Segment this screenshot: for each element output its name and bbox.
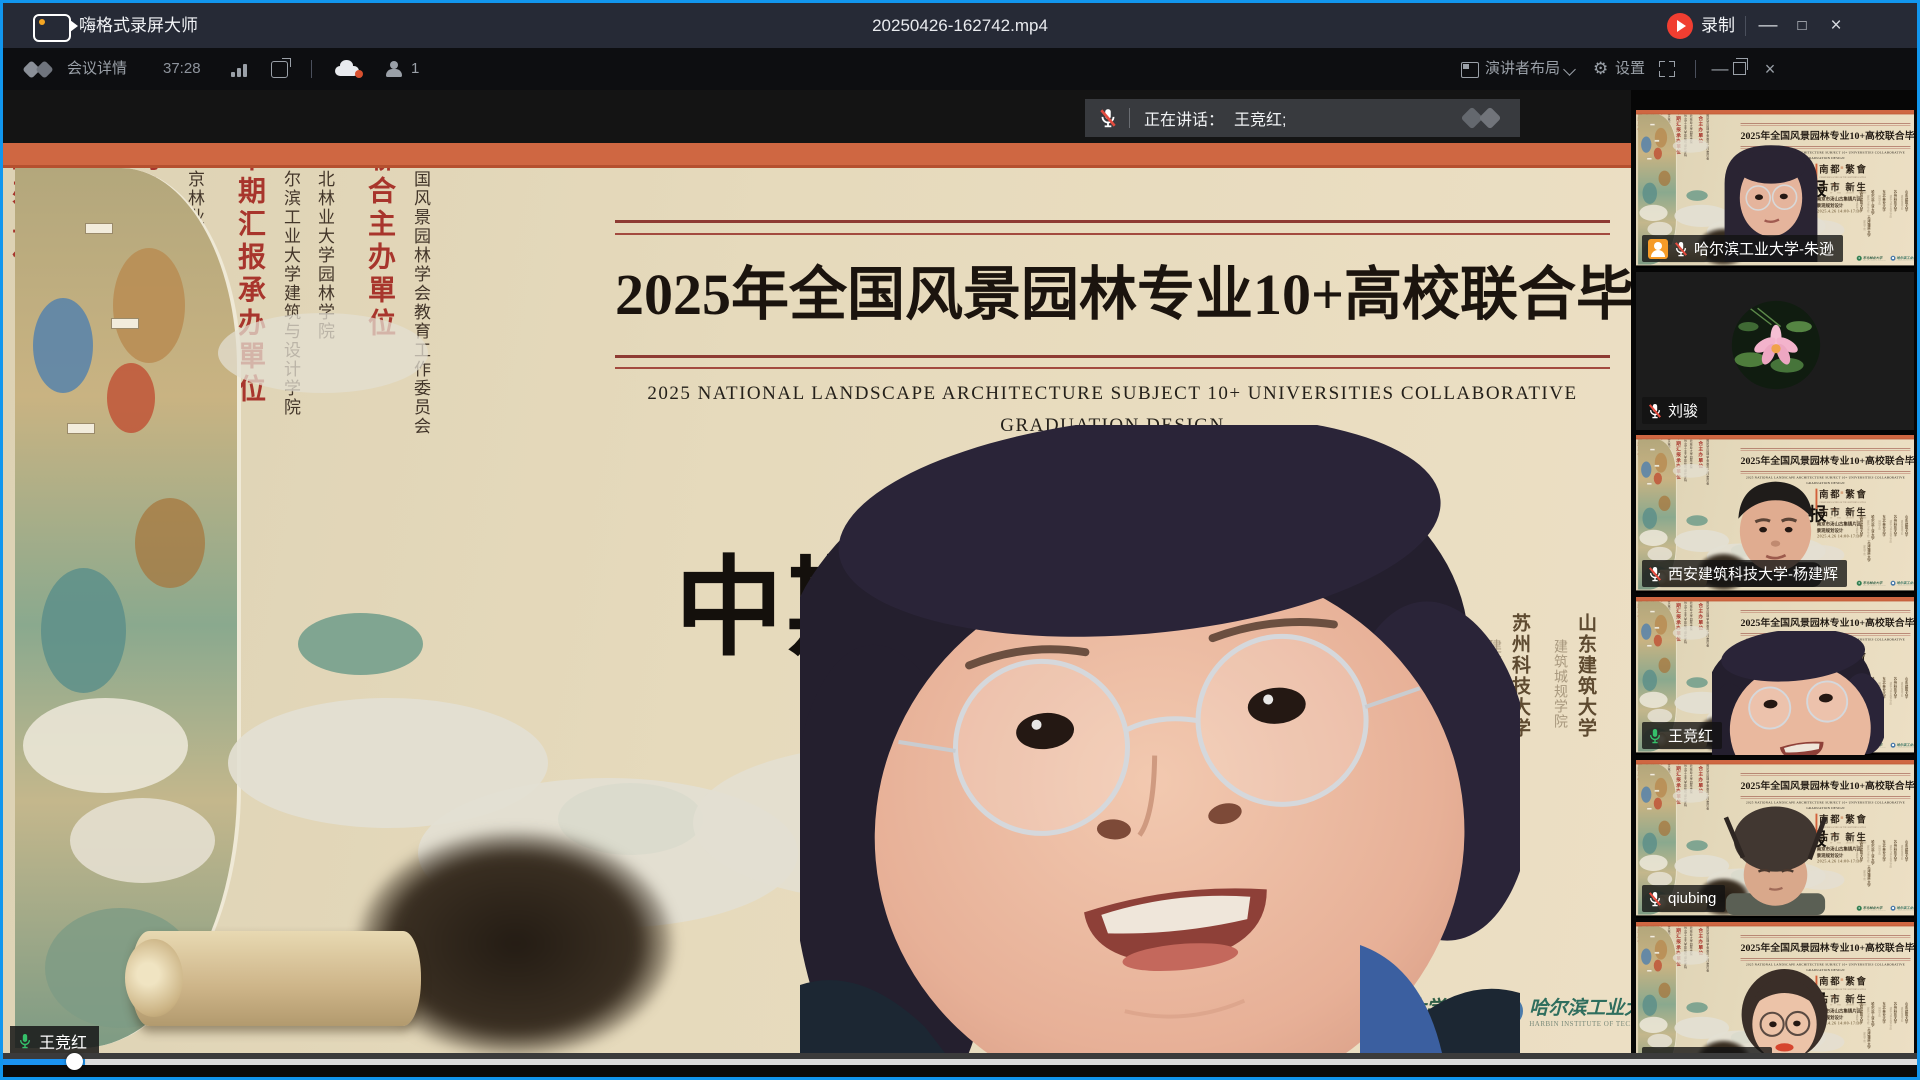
nefu-logo-icon	[1857, 906, 1862, 911]
logo-hit: 哈尔滨工业大学HARBIN INSTITUTE OF TECHNOLOGY	[1891, 905, 1914, 911]
slide-title-en1: 2025 NATIONAL LANDSCAPE ARCHITECTURE SUB…	[595, 383, 1630, 405]
participants-icon[interactable]	[385, 60, 403, 78]
participant-tile[interactable]: 刘骏	[1636, 272, 1914, 430]
logo-hit: 哈尔滨工业大学HARBIN INSTITUTE OF TECHNOLOGY	[1891, 742, 1914, 748]
divider	[1695, 60, 1696, 78]
main-speaker-webcam	[800, 425, 1520, 1053]
lotus-avatar	[1730, 299, 1822, 391]
watermark-logo-icon	[1460, 105, 1506, 131]
slide-top-band	[1636, 922, 1914, 926]
university-columns: 建筑与规划学院沈阳建筑大学 建筑与设计学院哈尔滨工业大学 园林学院东北林业大学 …	[1855, 515, 1911, 590]
participant-count: 1	[411, 48, 419, 90]
recorder-close-button[interactable]: ×	[1821, 3, 1851, 48]
record-button[interactable]	[1667, 13, 1693, 39]
participant-sidebar: 2025年全国风景园林专业10+高校联合毕业设计 2025 NATIONAL L…	[1631, 90, 1917, 1075]
slide-top-band	[1636, 760, 1914, 764]
share-screen-icon[interactable]	[271, 61, 288, 78]
university-logos: 东北林业大学NORTHEAST FORESTRY UNIVERSITY 哈尔滨工…	[1857, 255, 1914, 261]
meeting-toolbar: 会议详情 37:28 1 演讲者布局 ⚙ 设置 — ×	[3, 48, 1917, 90]
settings-button[interactable]: 设置	[1615, 48, 1645, 90]
slide-top-band	[1636, 597, 1914, 601]
slide-top-band	[1636, 110, 1914, 114]
muted-mic-icon	[1648, 891, 1662, 907]
speaking-name: 王竞红;	[1234, 106, 1286, 130]
cloud-decoration	[218, 313, 428, 393]
active-mic-icon	[1648, 728, 1662, 744]
participant-tile[interactable]: 2025年全国风景园林专业10+高校联合毕业设计 2025 NATIONAL L…	[1636, 435, 1914, 593]
network-signal-icon	[231, 63, 251, 77]
meeting-timer: 37:28	[163, 48, 201, 90]
divider	[311, 60, 312, 78]
participant-webcam	[1712, 631, 1884, 755]
logo-hit: 哈尔滨工业大学HARBIN INSTITUTE OF TECHNOLOGY	[1891, 255, 1914, 261]
divider	[1129, 108, 1130, 128]
meeting-restore-button[interactable]	[1733, 62, 1746, 75]
logo-hit: 哈尔滨工业大学HARBIN INSTITUTE OF TECHNOLOGY	[1891, 580, 1914, 586]
main-speaker-label: 王竞红	[10, 1026, 99, 1056]
hit-logo-icon	[1891, 743, 1896, 748]
camera-icon	[33, 14, 71, 42]
meeting-close-button[interactable]: ×	[1755, 48, 1785, 90]
main-video-region: 2025年全国风景园林专业10+高校联合毕业设计 2025 NATIONAL L…	[3, 143, 1631, 1053]
participant-label: 王竞红	[1642, 722, 1722, 749]
participant-label: qiubing	[1642, 885, 1725, 912]
hit-logo-icon	[1891, 906, 1896, 911]
slide-top-band	[1636, 435, 1914, 439]
university-logos: 东北林业大学NORTHEAST FORESTRY UNIVERSITY 哈尔滨工…	[1857, 580, 1914, 586]
logo-nefu: 东北林业大学NORTHEAST FORESTRY UNIVERSITY	[1857, 255, 1886, 261]
meeting-minimize-button[interactable]: —	[1705, 48, 1735, 90]
university-columns: 建筑与规划学院沈阳建筑大学 建筑与设计学院哈尔滨工业大学 园林学院东北林业大学 …	[1855, 190, 1911, 265]
cloud-record-icon[interactable]	[333, 60, 363, 78]
participant-label: 西安建筑科技大学-杨建辉	[1642, 560, 1847, 587]
nefu-logo-icon	[1857, 256, 1862, 261]
logo-nefu: 东北林业大学NORTHEAST FORESTRY UNIVERSITY	[1857, 580, 1886, 586]
speaking-prefix: 正在讲话：	[1144, 106, 1224, 130]
hit-logo-icon	[1891, 256, 1896, 261]
participant-tile[interactable]: 2025年全国风景园林专业10+高校联合毕业设计 2025 NATIONAL L…	[1636, 760, 1914, 918]
university-columns: 建筑与规划学院沈阳建筑大学 建筑与设计学院哈尔滨工业大学 园林学院东北林业大学 …	[1855, 840, 1911, 915]
recorder-maximize-button[interactable]: □	[1787, 3, 1817, 48]
hit-logo-icon	[1891, 581, 1896, 586]
recording-file-name: 20250426-162742.mp4	[872, 3, 1048, 48]
nefu-logo-icon	[1857, 581, 1862, 586]
progress-knob[interactable]	[66, 1053, 83, 1070]
chevron-down-icon[interactable]	[1563, 63, 1576, 76]
host-badge-icon	[1648, 239, 1668, 259]
speaker-layout-button[interactable]: 演讲者布局	[1485, 48, 1560, 90]
playback-progress-track[interactable]	[3, 1059, 1917, 1065]
recorder-title-bar: 嗨格式录屏大师 20250426-162742.mp4 录制 — □ ×	[3, 3, 1917, 48]
divider	[1745, 16, 1746, 36]
recorder-minimize-button[interactable]: —	[1753, 3, 1783, 48]
muted-mic-icon	[1648, 566, 1662, 582]
application-window: 嗨格式录屏大师 20250426-162742.mp4 录制 — □ × 会议详…	[0, 0, 1920, 1080]
record-label: 录制	[1701, 3, 1735, 48]
scroll-painting	[15, 168, 241, 1048]
participant-tile[interactable]: 2025年全国风景园林专业10+高校联合毕业设计 2025 NATIONAL L…	[1636, 597, 1914, 755]
participant-tile[interactable]: 2025年全国风景园林专业10+高校联合毕业设计 2025 NATIONAL L…	[1636, 110, 1914, 268]
bottom-strip	[3, 1065, 1917, 1077]
main-speaker-name: 王竞红	[39, 1029, 87, 1053]
rolled-scroll-end	[131, 931, 421, 1026]
cloud-decoration	[1673, 626, 1709, 640]
meeting-details-button[interactable]: 会议详情	[67, 48, 127, 90]
participant-label: 刘骏	[1642, 397, 1707, 424]
mountain-decoration	[298, 613, 423, 675]
slide-top-band	[3, 143, 1631, 168]
participant-label: 哈尔滨工业大学-朱逊	[1642, 235, 1843, 262]
fullscreen-icon[interactable]	[1659, 61, 1675, 77]
muted-mic-icon	[1099, 108, 1117, 128]
muted-mic-icon	[1648, 403, 1662, 419]
university-logos: 东北林业大学NORTHEAST FORESTRY UNIVERSITY 哈尔滨工…	[1857, 905, 1914, 911]
app-title: 嗨格式录屏大师	[79, 3, 198, 48]
muted-mic-icon	[1674, 241, 1688, 257]
gear-icon[interactable]: ⚙	[1593, 48, 1608, 90]
layout-icon	[1461, 62, 1479, 78]
slide-title-cn: 2025年全国风景园林专业10+高校联合毕业设计	[615, 247, 1610, 331]
mountain-decoration	[1686, 677, 1707, 688]
meeting-app-logo-icon	[23, 61, 57, 78]
speaking-banner: 正在讲话： 王竞红;	[1085, 99, 1520, 137]
logo-nefu: 东北林业大学NORTHEAST FORESTRY UNIVERSITY	[1857, 905, 1886, 911]
slide-title-cn: 2025年全国风景园林专业10+高校联合毕业设计	[1741, 615, 1911, 629]
active-mic-icon	[18, 1033, 32, 1049]
